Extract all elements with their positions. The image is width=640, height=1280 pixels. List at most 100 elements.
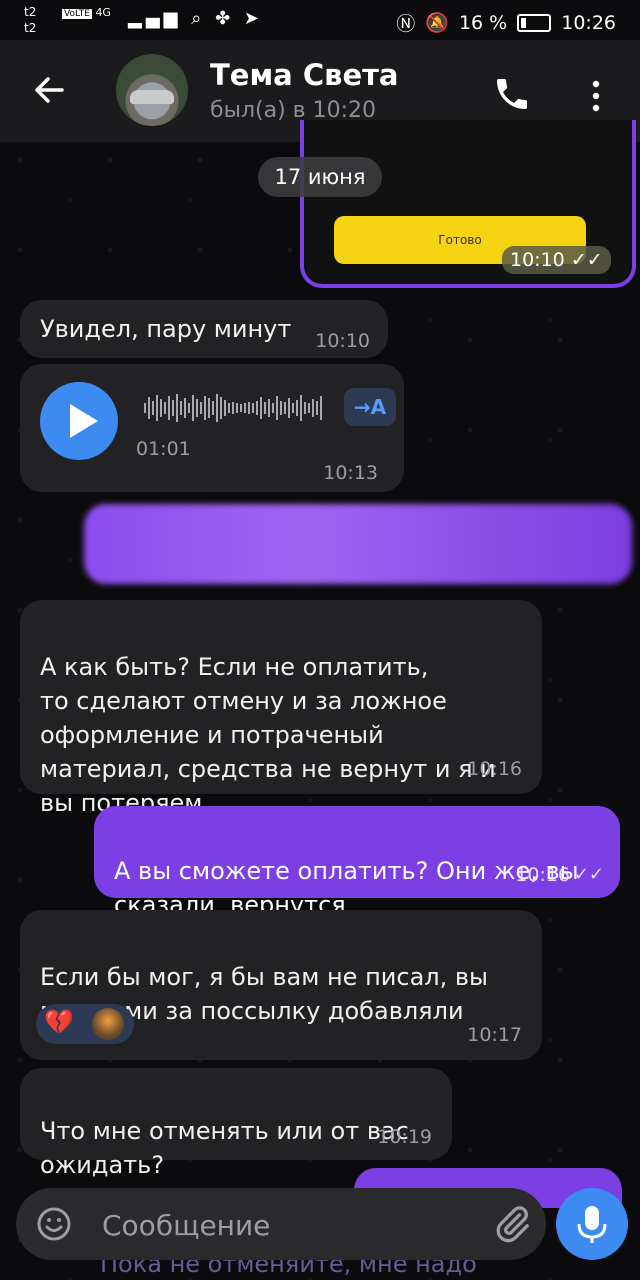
fan-icon: ✤ <box>215 8 235 29</box>
arrow-left-icon <box>35 77 64 103</box>
kebab-menu-icon <box>592 80 600 112</box>
waveform-bar <box>172 400 174 416</box>
status-right: Ⓝ 🔕 16 % 10:26 <box>396 9 616 36</box>
waveform-bar <box>232 402 234 414</box>
waveform-bar <box>284 402 286 414</box>
battery-percent: 16 % <box>458 11 508 34</box>
message-text: А как быть? Если не оплатить, то сделают… <box>40 653 496 817</box>
emoji-button[interactable] <box>36 1206 72 1242</box>
waveform-bar <box>180 401 182 415</box>
message-time: 10:17 <box>467 1024 522 1046</box>
voice-duration: 01:01 <box>136 438 191 460</box>
network-type: 4G <box>95 6 111 19</box>
paperclip-icon <box>496 1206 529 1243</box>
double-check-icon: ✓✓ <box>570 249 603 271</box>
voice-record-button[interactable] <box>556 1188 628 1260</box>
waveform-bar <box>296 400 298 416</box>
waveform-bar <box>228 403 230 413</box>
volte-badge: VoLTE <box>62 9 92 19</box>
waveform-bar <box>216 394 218 422</box>
waveform-bar <box>256 401 258 415</box>
attach-button[interactable] <box>492 1204 532 1244</box>
incoming-message[interactable]: Что мне отменять или от вас ожидать? 10:… <box>20 1068 452 1179</box>
waveform-bar <box>200 402 202 414</box>
waveform-bar <box>144 403 146 413</box>
nfc-icon: Ⓝ <box>396 13 416 35</box>
waveform-bar <box>252 403 254 413</box>
waveform-bar <box>268 399 270 417</box>
play-button[interactable] <box>40 382 118 460</box>
reaction-avatar <box>92 1008 124 1040</box>
waveform-bar <box>152 401 154 415</box>
incoming-message[interactable]: А как быть? Если не оплатить, то сделают… <box>20 600 542 817</box>
waveform-bar <box>236 403 238 413</box>
waveform-bar <box>204 396 206 420</box>
battery-icon <box>517 13 552 32</box>
send-icon: ➤ <box>243 8 264 29</box>
waveform-bar <box>160 399 162 417</box>
message-time: 10:19 <box>377 1126 432 1148</box>
message-time: 10:13 <box>323 462 378 484</box>
message-input[interactable] <box>100 1200 464 1250</box>
status-bar: t2 t2 VoLTE 4G ▂▄▆ ⌕ ✤ ➤ Ⓝ 🔕 16 % 10:26 <box>0 0 640 40</box>
waveform-bar <box>220 397 222 419</box>
waveform-bar <box>308 403 310 413</box>
waveform-bar <box>184 398 186 418</box>
waveform-bar <box>240 404 242 412</box>
search-icon: ⌕ <box>191 8 206 29</box>
phone-icon <box>497 79 527 109</box>
waveform-bar <box>196 399 198 417</box>
more-menu-button[interactable] <box>584 76 608 116</box>
outgoing-message[interactable]: А вы сможете оплатить? Они же, вы сказал… <box>94 806 620 919</box>
message-time: 10:16 <box>515 864 570 886</box>
carrier-2: t2 <box>24 21 37 35</box>
carrier-1: t2 <box>24 5 37 19</box>
call-button[interactable] <box>492 74 532 114</box>
clock: 10:26 <box>561 11 616 34</box>
waveform-bar <box>148 397 150 419</box>
waveform-bar <box>264 402 266 414</box>
waveform-bar <box>312 399 314 417</box>
message-text: Увидел, пару минут <box>40 315 292 343</box>
waveform-bar <box>304 402 306 414</box>
waveform-bar <box>272 403 274 413</box>
audio-waveform[interactable] <box>144 394 340 424</box>
card-timestamp: 10:10 ✓✓ <box>502 246 611 274</box>
waveform-bar <box>192 395 194 421</box>
carrier-labels: t2 t2 <box>24 4 36 36</box>
waveform-bar <box>320 396 322 420</box>
broken-heart-icon: 💔 <box>44 1008 74 1036</box>
smiley-icon <box>37 1207 71 1241</box>
waveform-bar <box>168 396 170 420</box>
waveform-bar <box>164 402 166 414</box>
incoming-voice-message: 01:01 →A 10:13 <box>20 364 404 492</box>
incoming-message[interactable]: Увидел, пару минут 10:10 <box>20 300 388 358</box>
waveform-bar <box>300 395 302 421</box>
waveform-bar <box>276 396 278 420</box>
message-composer <box>16 1188 546 1260</box>
back-button[interactable] <box>30 70 70 110</box>
contact-name[interactable]: Тема Света <box>210 58 399 92</box>
transcribe-button[interactable]: →A <box>344 388 396 426</box>
message-time: 10:10 <box>510 249 565 271</box>
outgoing-message-blurred[interactable] <box>84 504 632 584</box>
message-time: 10:16 <box>467 758 522 780</box>
waveform-bar <box>224 400 226 416</box>
mute-bell-icon: 🔕 <box>425 12 449 34</box>
waveform-bar <box>248 402 250 414</box>
waveform-bar <box>176 394 178 422</box>
message-reactions[interactable]: 💔 <box>36 1004 134 1044</box>
waveform-bar <box>156 395 158 421</box>
waveform-bar <box>208 398 210 418</box>
waveform-bar <box>288 398 290 418</box>
waveform-bar <box>280 401 282 415</box>
waveform-bar <box>260 397 262 419</box>
signal-icon: ▂▄▆ <box>128 8 182 29</box>
message-text: Что мне отменять или от вас ожидать? <box>40 1117 409 1179</box>
signal-icons: ▂▄▆ ⌕ ✤ ➤ <box>128 8 263 29</box>
waveform-bar <box>244 403 246 413</box>
waveform-bar <box>212 401 214 415</box>
contact-avatar[interactable] <box>116 54 188 126</box>
waveform-bar <box>316 401 318 415</box>
waveform-bar <box>292 403 294 413</box>
